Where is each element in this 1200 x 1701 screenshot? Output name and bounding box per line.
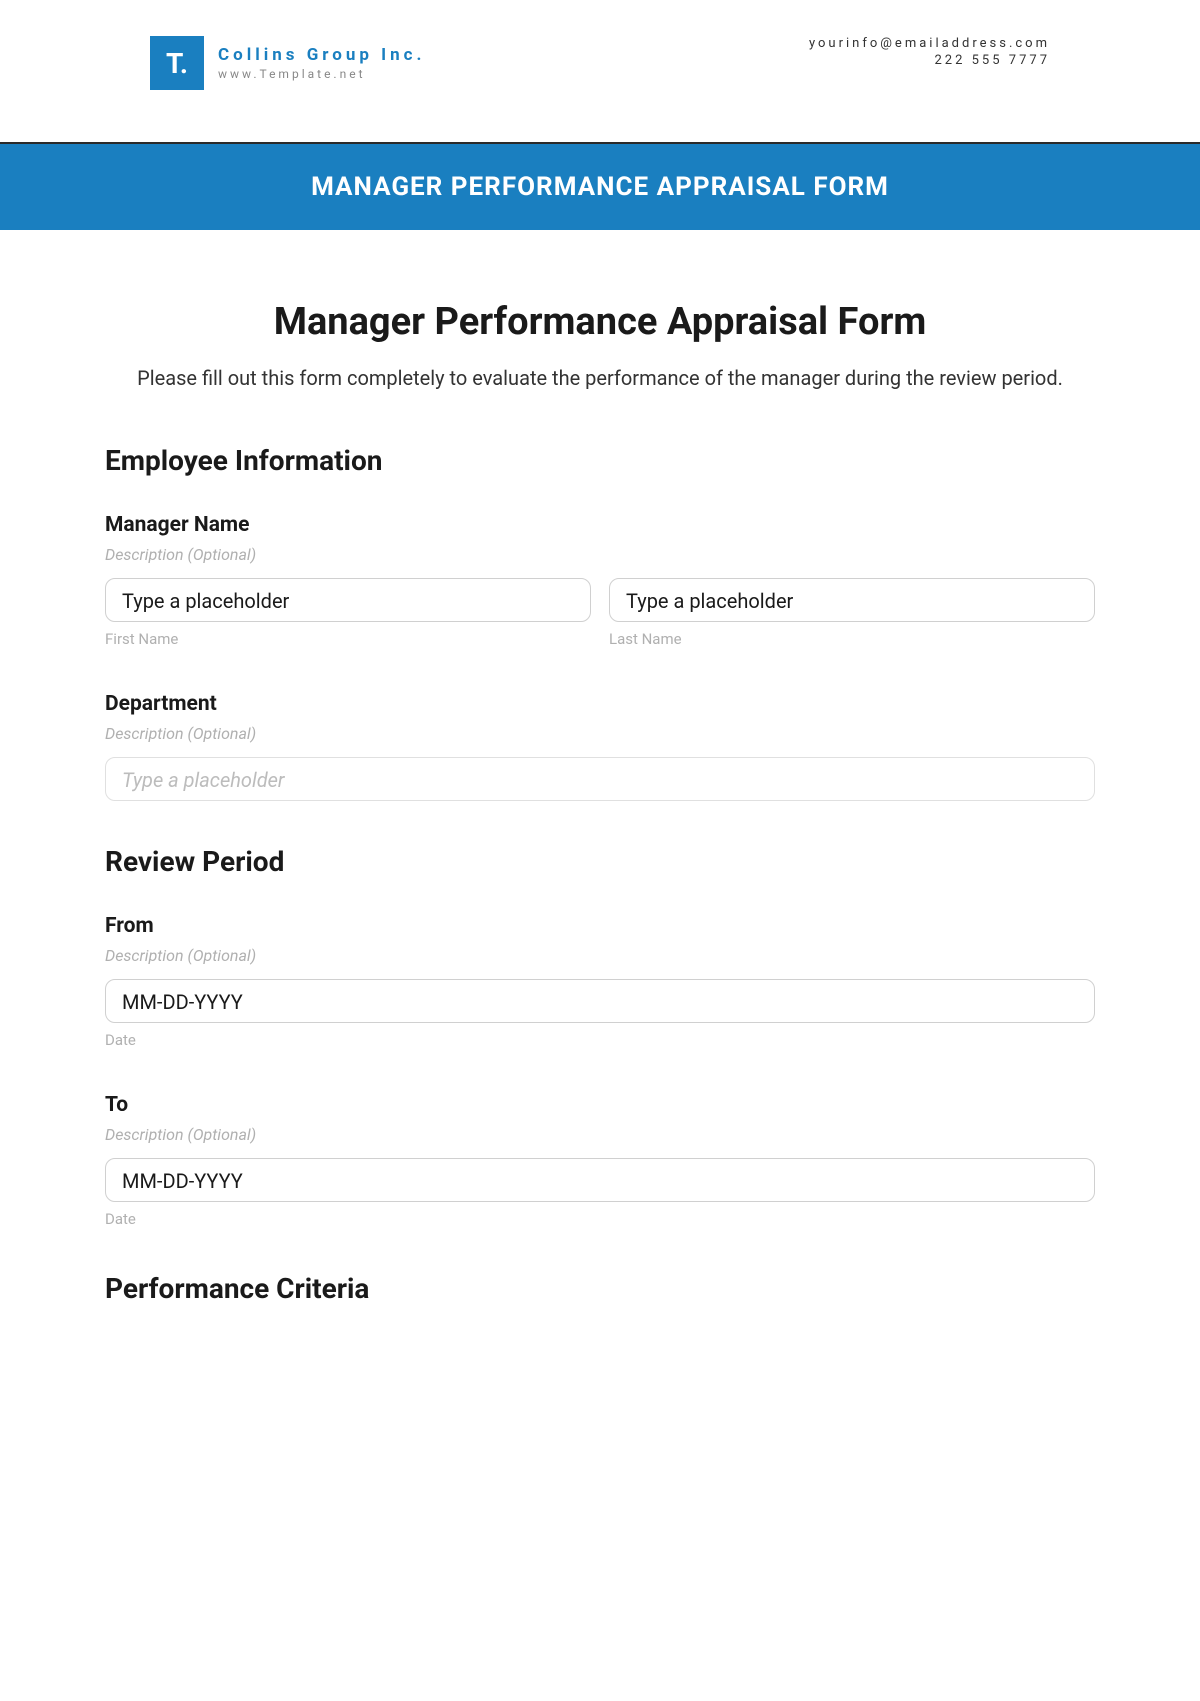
section-review-period: Review Period [105,845,1095,878]
first-name-placeholder: Type a placeholder [122,589,574,613]
section-performance-criteria: Performance Criteria [105,1272,1095,1305]
department-placeholder: Type a placeholder [122,768,1078,792]
field-department: Department Description (Optional) Type a… [105,692,1095,801]
company-name: Collins Group Inc. [218,45,425,65]
form-title: Manager Performance Appraisal Form [105,300,1095,344]
company-logo: T. [150,36,204,90]
manager-name-label: Manager Name [105,513,1095,537]
to-desc: Description (Optional) [105,1125,1095,1144]
logo-text: T. [166,47,188,80]
title-banner: MANAGER PERFORMANCE APPRAISAL FORM [0,144,1200,230]
form-intro: Please fill out this form completely to … [105,362,1095,394]
last-name-placeholder: Type a placeholder [626,589,1078,613]
section-employee-information: Employee Information [105,444,1095,477]
field-manager-name: Manager Name Description (Optional) Type… [105,513,1095,648]
department-input[interactable]: Type a placeholder [105,757,1095,801]
to-date-input[interactable]: MM-DD-YYYY [105,1158,1095,1202]
department-label: Department [105,692,1095,716]
from-desc: Description (Optional) [105,946,1095,965]
banner-title: MANAGER PERFORMANCE APPRAISAL FORM [311,172,889,202]
header-left: T. Collins Group Inc. www.Template.net [150,36,425,90]
contact-phone: 222 555 7777 [809,53,1050,68]
from-date-placeholder: MM-DD-YYYY [122,990,1078,1014]
manager-name-desc: Description (Optional) [105,545,1095,564]
first-name-input[interactable]: Type a placeholder [105,578,591,622]
company-info: Collins Group Inc. www.Template.net [218,45,425,81]
to-date-placeholder: MM-DD-YYYY [122,1169,1078,1193]
last-name-input[interactable]: Type a placeholder [609,578,1095,622]
last-name-sublabel: Last Name [609,630,1095,648]
from-date-input[interactable]: MM-DD-YYYY [105,979,1095,1023]
to-sublabel: Date [105,1210,1095,1228]
document-header: T. Collins Group Inc. www.Template.net y… [0,0,1200,110]
department-desc: Description (Optional) [105,724,1095,743]
company-url: www.Template.net [218,67,425,81]
from-label: From [105,914,1095,938]
field-from-date: From Description (Optional) MM-DD-YYYY D… [105,914,1095,1049]
from-sublabel: Date [105,1031,1095,1049]
form-content: Manager Performance Appraisal Form Pleas… [0,230,1200,1381]
to-label: To [105,1093,1095,1117]
contact-email: yourinfo@emailaddress.com [809,36,1050,51]
field-to-date: To Description (Optional) MM-DD-YYYY Dat… [105,1093,1095,1228]
first-name-sublabel: First Name [105,630,591,648]
header-right: yourinfo@emailaddress.com 222 555 7777 [809,36,1050,68]
